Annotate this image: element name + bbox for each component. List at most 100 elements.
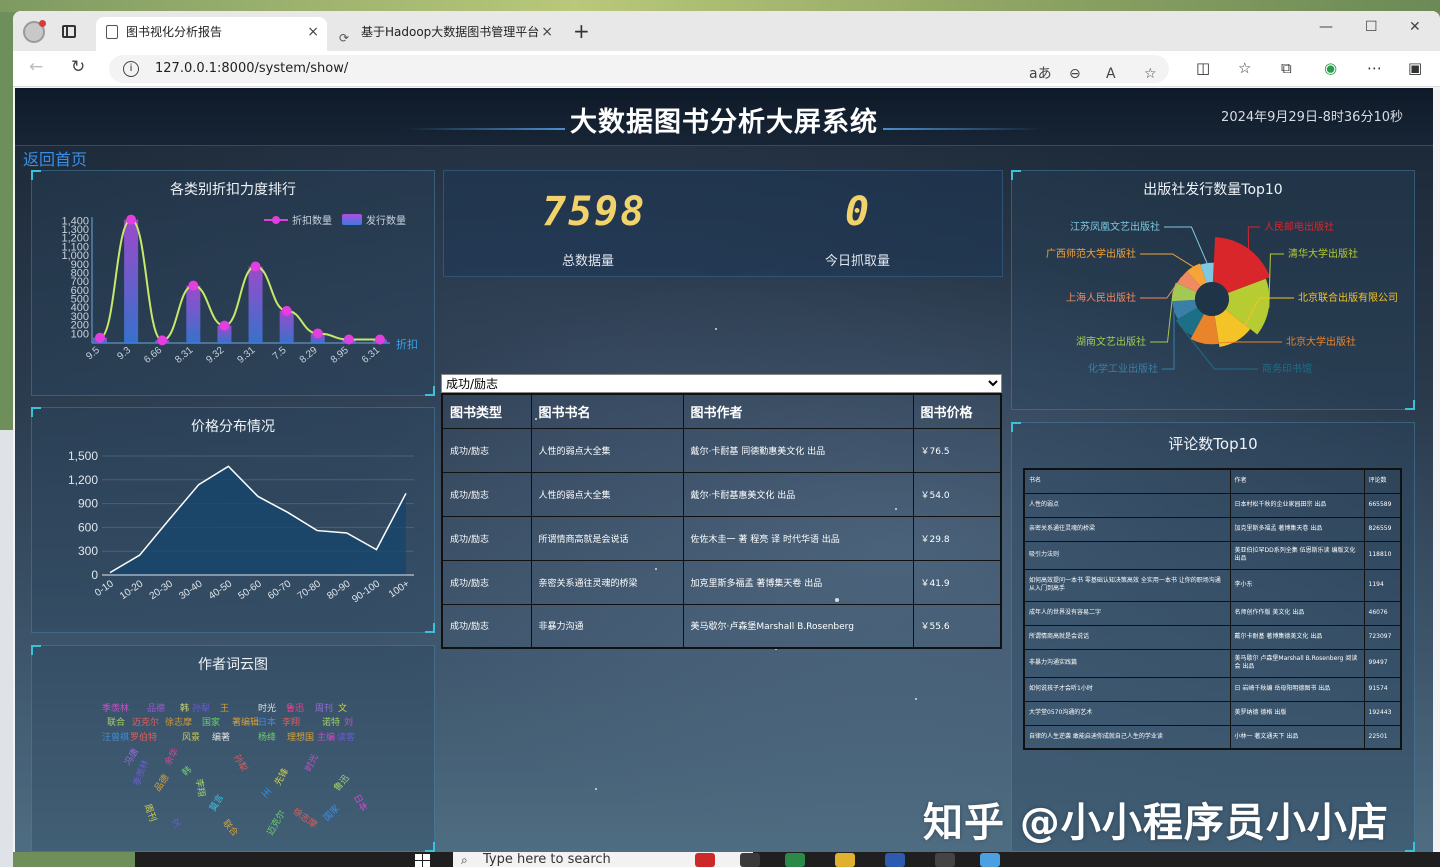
site-info-icon[interactable]: i [123, 61, 139, 77]
tab-close-icon[interactable]: × [541, 17, 553, 47]
x-tick-label: 20-30 [148, 578, 176, 602]
x-tick-label: 70-80 [296, 578, 324, 602]
wordcloud-word: 国家 [202, 718, 221, 728]
data-point [281, 305, 292, 316]
table-cell: 826559 [1363, 516, 1402, 542]
refresh-icon[interactable]: ↻ [71, 57, 85, 77]
explorer-icon[interactable] [835, 853, 855, 867]
wordcloud-word: 风景 [182, 733, 201, 743]
favorite-icon[interactable]: ☆ [1144, 60, 1157, 88]
wordcloud-word: 时光 [258, 704, 277, 714]
edge-icon[interactable] [785, 853, 805, 867]
y-tick-label: 300 [78, 544, 98, 558]
split-screen-icon[interactable]: ◫ [1196, 59, 1210, 77]
task-view-icon[interactable] [740, 853, 760, 867]
table-cell: ￥29.8 [912, 515, 1002, 561]
table-cell: 1194 [1363, 568, 1402, 602]
close-window-icon[interactable]: ✕ [1409, 19, 1421, 35]
col-header: 图书类型 [441, 393, 532, 429]
tab-hadoop[interactable]: ⟳ 基于Hadoop大数据图书管理平台 × [331, 17, 561, 51]
x-tick-label: 8.29 [298, 345, 320, 366]
tab-actions-icon[interactable] [62, 25, 76, 38]
back-home-link[interactable]: 返回首页 [23, 146, 87, 170]
more-icon[interactable]: ⋯ [1367, 59, 1382, 77]
x-tick-label: 9.5 [84, 345, 102, 363]
table-cell: 所谓情商高就是会说话 [1023, 624, 1231, 650]
table-cell: 人性的弱点大全集 [530, 427, 684, 473]
legend-label: 折扣数量 [292, 214, 332, 227]
minimize-icon[interactable]: — [1319, 19, 1333, 35]
wordcloud-word: 王 [258, 786, 273, 801]
table-cell: ￥54.0 [912, 471, 1002, 517]
browser-window: 图书视化分析报告 × ⟳ 基于Hadoop大数据图书管理平台 × + — ☐ ✕… [13, 11, 1440, 852]
wordcloud-word: 联合 [107, 718, 126, 728]
wordcloud-panel: 作者词云图 季羡林 品德韩孙犁王时光 鲁迅 周刊文联合 迈克尔 徐志摩 国家 日本 李翔 诺特刘著… [31, 645, 435, 852]
table-row: 成功/励志 非暴力沟通 美马歇尔·卢森堡Marshall B.Rosenberg ￥5… [441, 603, 1002, 649]
table-cell: 小林一 著文通天下 出品 [1229, 724, 1365, 750]
wordcloud-word: 季羡林 [102, 704, 130, 714]
maximize-icon[interactable]: ☐ [1365, 19, 1378, 35]
profile-avatar-icon[interactable] [23, 20, 46, 43]
table-row: 非暴力沟通实践篇 美马歇尔 卢森堡Marshall B.Rosenberg 阅读会… [1023, 648, 1402, 678]
table-cell: 日本村松千秋的企业家园田宗 出品 [1229, 492, 1365, 518]
table-cell: 人性的弱点 [1023, 492, 1231, 518]
data-point [157, 335, 168, 346]
x-tick-label: 100+ [387, 578, 412, 600]
col-header: 书名 [1023, 468, 1231, 494]
bar [124, 219, 139, 343]
tab-title: 图书视化分析报告 [126, 25, 223, 39]
wordcloud-word: 余华 [163, 746, 182, 768]
table-row: 如何说孩子才会听1小时日 岩崎千秋编 岳母阳明德图书 出品 91574 [1023, 676, 1402, 702]
table-cell: 李小东 [1229, 568, 1365, 602]
zoom-out-icon[interactable]: ⊖ [1069, 60, 1081, 88]
table-cell: 日 岩崎千秋编 岳母阳明德图书 出品 [1229, 676, 1365, 702]
table-cell: 美马歇尔·卢森堡Marshall B.Rosenberg [682, 603, 914, 649]
taskbar: ⌕ Type here to search [135, 852, 1440, 867]
terminal-icon[interactable] [935, 853, 955, 867]
extension-icon[interactable]: ◉ [1324, 59, 1337, 77]
slice-label: 清华大学出版社 [1288, 247, 1358, 260]
y-tick-label: 1,400 [61, 215, 89, 227]
app-icon[interactable] [885, 853, 905, 867]
table-cell: 戴尔卡耐基 著博集德美文化 出品 [1229, 624, 1365, 650]
wordcloud-word: 时光 [304, 752, 321, 774]
table-row: 自律的人生逆袭 敢能启迪你成就自己人生的学业读 小林一 著文通天下 出品 22501 [1023, 724, 1402, 750]
back-icon[interactable]: ← [29, 57, 43, 77]
wordcloud-word: 王 [220, 704, 230, 714]
data-point [95, 332, 105, 343]
search-placeholder: Type here to search [483, 852, 611, 867]
wordcloud-word: 著编辑 [232, 718, 260, 728]
wordcloud-word: 徐志摩 [290, 806, 319, 831]
app-icon[interactable] [980, 853, 1000, 867]
collections-icon[interactable]: ⧉ [1281, 59, 1292, 77]
table-cell: 名师创作作版 美文化 出品 [1229, 600, 1365, 626]
tab-close-icon[interactable]: × [307, 17, 319, 47]
app-icon[interactable] [695, 853, 715, 867]
translate-icon[interactable]: aあ [1029, 60, 1052, 88]
book-type-select[interactable]: 成功/励志 [441, 374, 1002, 393]
publisher-chart-panel: 出版社发行数量Top10 人民邮电出版社 清华大学出版社 北京联合出版有限公司 北京大… [1011, 170, 1415, 410]
url-field[interactable]: i 127.0.0.1:8000/system/show/ aあ ⊖ A ☆ [109, 55, 1169, 83]
wordcloud-word: 品德 [147, 704, 166, 714]
wordcloud-word: 联合 [220, 818, 240, 839]
favorites-icon[interactable]: ☆ [1238, 59, 1251, 77]
windows-start-icon[interactable] [415, 854, 431, 867]
x-tick-label: 40-50 [207, 578, 235, 602]
wordcloud-word: 日本 [350, 792, 369, 814]
slice-label: 广西师范大学出版社 [1046, 247, 1136, 260]
table-cell: 192443 [1363, 700, 1402, 726]
tab-report[interactable]: 图书视化分析报告 × [96, 17, 327, 51]
label-line [1140, 253, 1194, 268]
table-cell: 所谓情商高就是会说话 [530, 515, 684, 561]
table-cell: 自律的人生逆袭 敢能启迪你成就自己人生的学业读 [1023, 724, 1231, 750]
stats-box: 7598 总数据量 0 今日抓取量 [443, 170, 1003, 277]
table-cell: 美罗纳德 德格 出版 [1229, 700, 1365, 726]
sidebar-icon[interactable]: ▣ [1408, 59, 1422, 77]
url-text: 127.0.0.1:8000/system/show/ [155, 61, 349, 76]
new-tab-button[interactable]: + [573, 19, 590, 43]
data-point [126, 214, 137, 225]
table-cell: 加克里斯多福孟 著博集天卷 出品 [682, 559, 914, 605]
table-cell: 亲密关系通往灵魂的桥梁 [530, 559, 684, 605]
read-aloud-icon[interactable]: A [1106, 60, 1116, 88]
wordcloud-word: 品德 [152, 773, 172, 794]
